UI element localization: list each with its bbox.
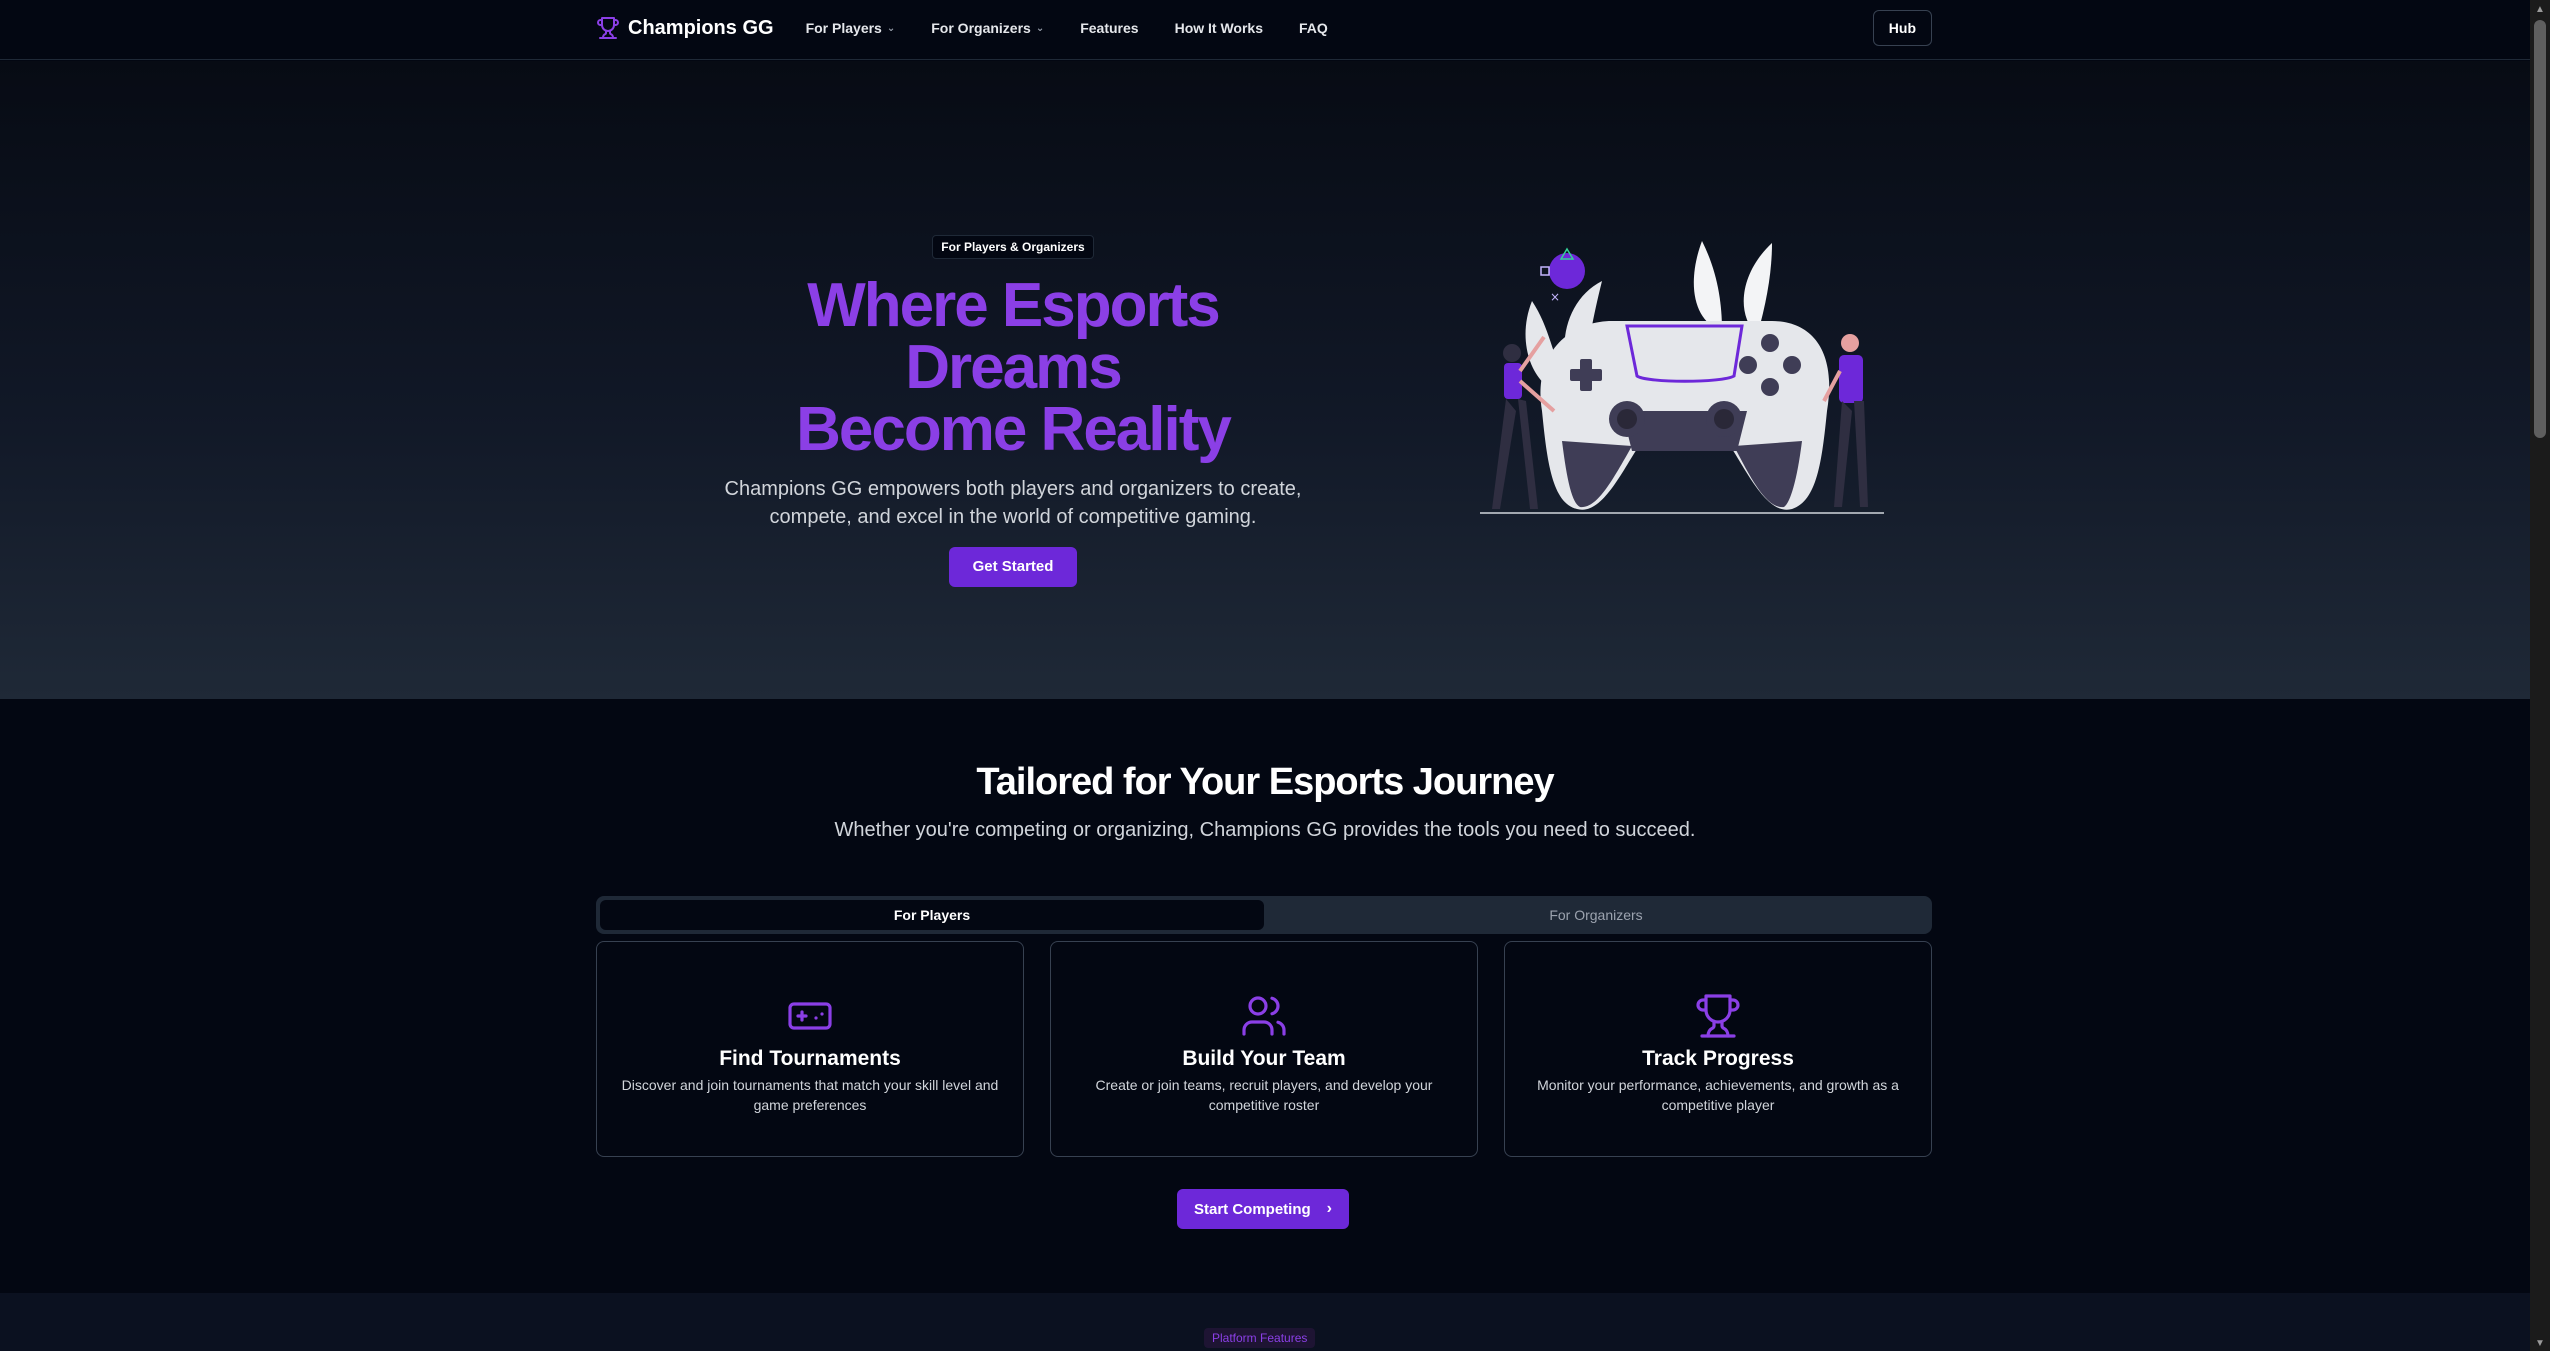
chevron-right-icon: › bbox=[1326, 1200, 1332, 1217]
page-scrollbar[interactable]: ▲ ▼ bbox=[2530, 0, 2550, 1351]
card-track-progress: Track Progress Monitor your performance,… bbox=[1504, 941, 1932, 1157]
scroll-down-arrow-icon[interactable]: ▼ bbox=[2535, 1338, 2545, 1349]
users-icon bbox=[1242, 996, 1286, 1036]
nav-links: For Players ⌄ For Organizers ⌄ Features … bbox=[806, 20, 1328, 36]
card-title: Find Tournaments bbox=[719, 1047, 901, 1070]
start-competing-label: Start Competing bbox=[1194, 1200, 1311, 1218]
nav-features[interactable]: Features bbox=[1080, 20, 1138, 36]
card-description: Create or join teams, recruit players, a… bbox=[1095, 1077, 1433, 1113]
chevron-down-icon: ⌄ bbox=[1035, 22, 1045, 34]
scroll-up-arrow-icon[interactable]: ▲ bbox=[2535, 4, 2545, 15]
svg-text:×: × bbox=[1550, 290, 1560, 304]
start-competing-button[interactable]: Start Competing › bbox=[1177, 1189, 1349, 1229]
hero-subtitle: Champions GG empowers both players and o… bbox=[724, 478, 1302, 528]
nav-for-organizers[interactable]: For Organizers ⌄ bbox=[931, 20, 1044, 36]
card-find-tournaments: Find Tournaments Discover and join tourn… bbox=[596, 941, 1024, 1157]
tab-for-players[interactable]: For Players bbox=[600, 900, 1264, 930]
nav-for-players-label: For Players bbox=[805, 20, 882, 36]
hero-section: For Players & Organizers Where Esports D… bbox=[0, 61, 2530, 699]
brand-link[interactable]: Champions GG bbox=[596, 16, 774, 40]
scrollbar-thumb[interactable] bbox=[2534, 20, 2546, 438]
hero-content: For Players & Organizers Where Esports D… bbox=[700, 235, 1326, 587]
hub-button[interactable]: Hub bbox=[1872, 10, 1932, 46]
section-title: Tailored for Your Esports Journey bbox=[976, 761, 1554, 803]
section-subtitle: Whether you're competing or organizing, … bbox=[834, 819, 1696, 841]
nav-how-it-works[interactable]: How It Works bbox=[1175, 20, 1263, 36]
nav-for-players[interactable]: For Players ⌄ bbox=[806, 20, 896, 36]
trophy-icon bbox=[1696, 994, 1740, 1038]
hero-title-line1: Where Esports Dreams bbox=[807, 271, 1221, 402]
hero-title: Where Esports Dreams Become Reality bbox=[700, 275, 1326, 461]
tab-for-organizers[interactable]: For Organizers bbox=[1264, 900, 1928, 930]
platform-features-badge: Platform Features bbox=[1204, 1328, 1316, 1348]
card-build-your-team: Build Your Team Create or join teams, re… bbox=[1050, 941, 1478, 1157]
audience-tabs: For Players For Organizers bbox=[596, 896, 1932, 934]
hero-title-line2: Become Reality bbox=[796, 395, 1232, 464]
brand-name: Champions GG bbox=[628, 16, 774, 39]
card-description: Monitor your performance, achievements, … bbox=[1537, 1077, 1899, 1113]
platform-features-section: Platform Features bbox=[0, 1293, 2530, 1351]
card-title: Build Your Team bbox=[1182, 1047, 1346, 1070]
chevron-down-icon: ⌄ bbox=[886, 22, 896, 34]
nav-for-organizers-label: For Organizers bbox=[931, 20, 1031, 36]
hero-badge: For Players & Organizers bbox=[932, 235, 1094, 259]
nav-faq[interactable]: FAQ bbox=[1299, 20, 1328, 36]
card-title: Track Progress bbox=[1642, 1047, 1794, 1070]
gaming-controller-illustration: × bbox=[1480, 241, 1884, 514]
trophy-logo-icon bbox=[597, 17, 619, 39]
gamepad-icon bbox=[788, 1002, 832, 1030]
tailored-section: Tailored for Your Esports Journey Whethe… bbox=[0, 699, 2530, 1293]
card-description: Discover and join tournaments that match… bbox=[621, 1077, 999, 1113]
feature-cards: Find Tournaments Discover and join tourn… bbox=[596, 941, 1932, 1157]
get-started-button[interactable]: Get Started bbox=[948, 547, 1078, 587]
top-navbar: Champions GG For Players ⌄ For Organizer… bbox=[0, 0, 2530, 60]
